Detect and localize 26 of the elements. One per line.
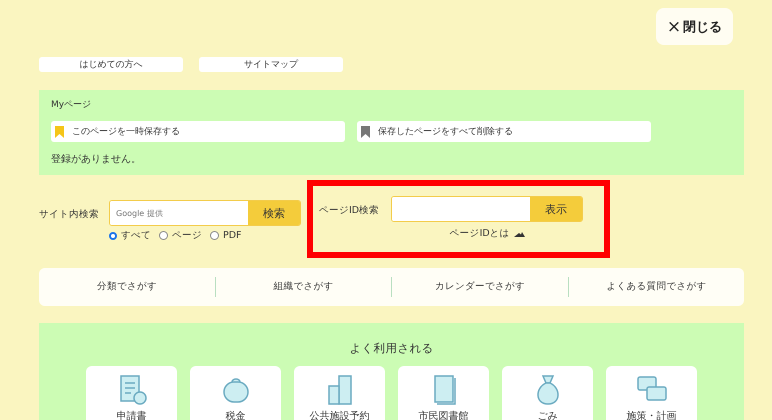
- page-id-label: ページID検索: [319, 204, 380, 218]
- shortcut-tile[interactable]: 市民図書館: [398, 366, 489, 420]
- browse-tab[interactable]: カレンダーでさがす: [391, 277, 568, 297]
- browse-tab[interactable]: 組織でさがす: [214, 277, 391, 297]
- scope-radio[interactable]: すべて: [109, 229, 151, 242]
- empty-message: 登録がありません。: [51, 153, 142, 166]
- help-link[interactable]: ページIDとは: [391, 227, 584, 240]
- shortcut-tile[interactable]: 税金: [190, 366, 281, 420]
- bookmark-icon: [361, 126, 370, 138]
- shortcut-tile[interactable]: 施策・計画: [606, 366, 697, 420]
- shortcut-tile[interactable]: ごみ: [502, 366, 593, 420]
- scope-radio[interactable]: PDF: [210, 229, 242, 242]
- panel-title: Myページ: [51, 99, 92, 111]
- bookmark-button[interactable]: このページを一時保存する: [51, 121, 345, 142]
- header-link[interactable]: はじめての方へ: [39, 57, 183, 72]
- browse-tab[interactable]: 分類でさがす: [39, 277, 214, 297]
- scope-radio[interactable]: ページ: [159, 229, 202, 242]
- bookmark-icon: [55, 126, 64, 138]
- search-label: サイト内検索: [39, 208, 99, 222]
- section-title: よく利用される: [350, 341, 434, 356]
- close-button[interactable]: ×閉じる: [656, 8, 733, 45]
- mountain-icon: [514, 230, 525, 236]
- browse-tab[interactable]: よくある質問でさがす: [568, 277, 744, 297]
- bookmark-button[interactable]: 保存したページをすべて削除する: [357, 121, 651, 142]
- shortcut-tile[interactable]: 申請書: [86, 366, 177, 420]
- header-link[interactable]: サイトマップ: [199, 57, 343, 72]
